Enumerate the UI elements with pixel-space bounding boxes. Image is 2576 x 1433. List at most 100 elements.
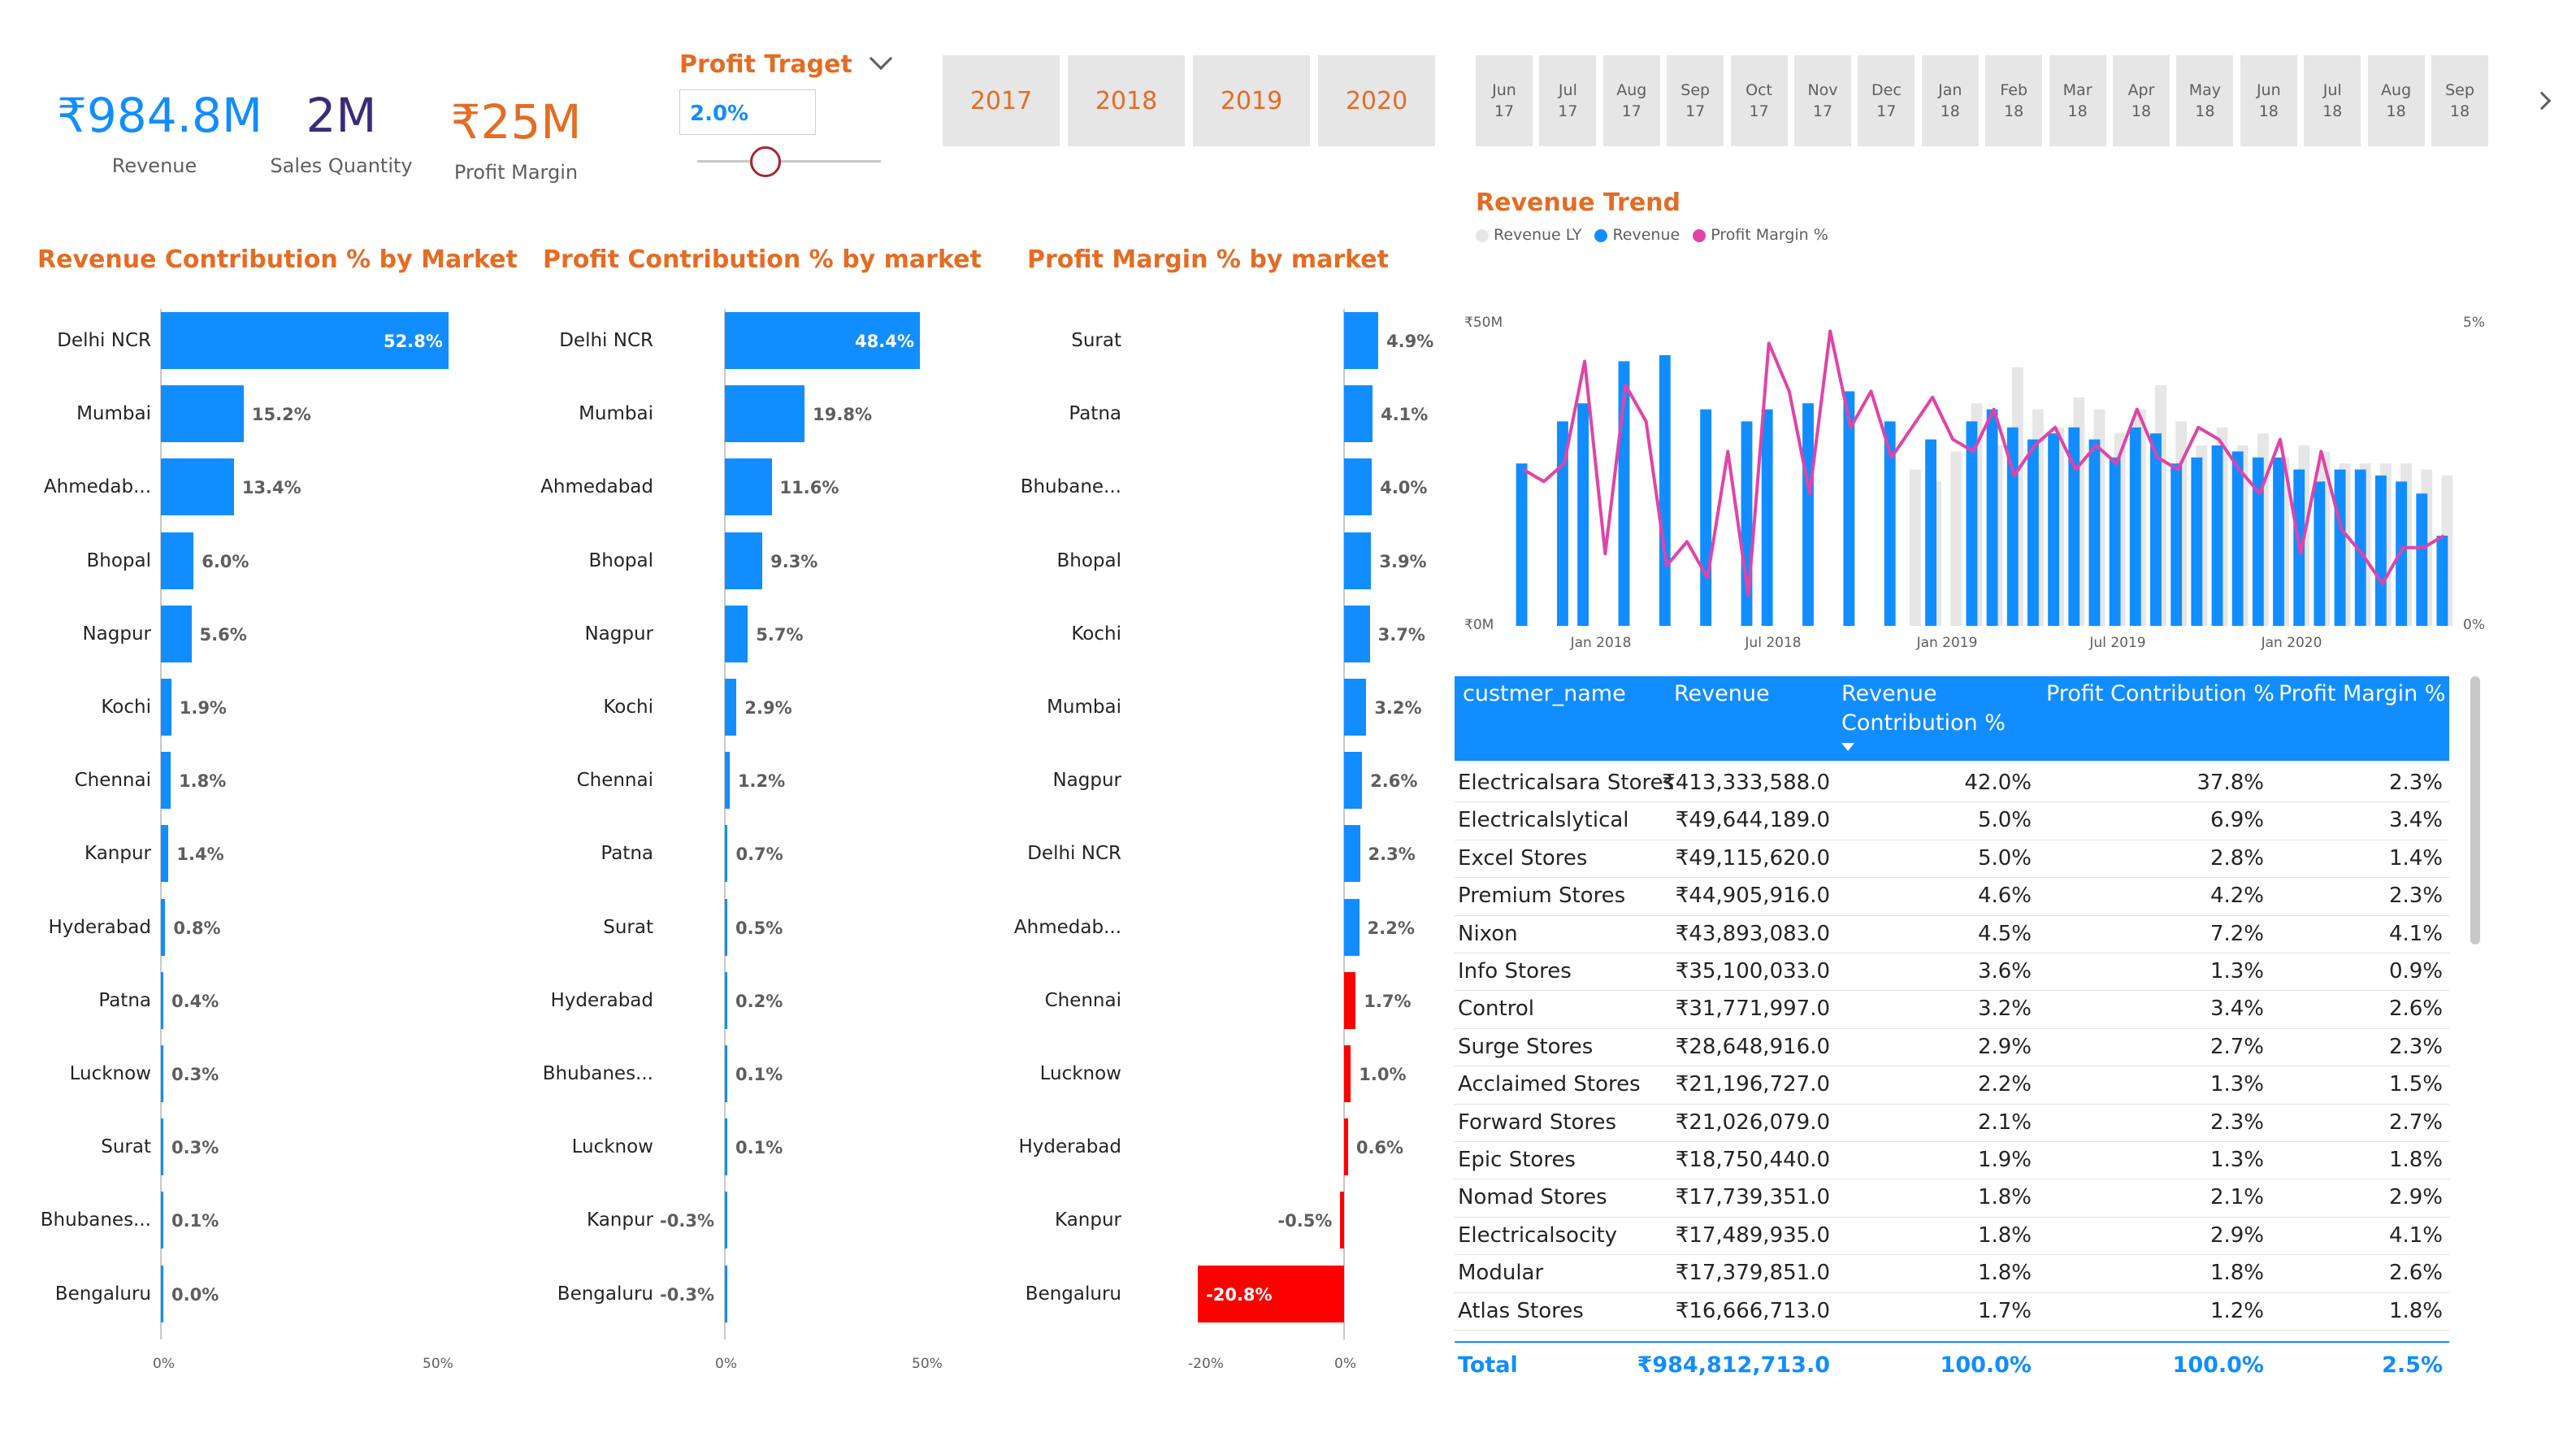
revenue-bar[interactable] bbox=[2129, 427, 2141, 626]
table-cell[interactable]: 1.3% bbox=[2210, 1148, 2264, 1172]
bar[interactable] bbox=[161, 971, 163, 1029]
revenue-bar[interactable] bbox=[2048, 433, 2060, 626]
revenue-bar[interactable] bbox=[1700, 409, 1712, 626]
legend-item-revenue-ly[interactable]: Revenue LY bbox=[1476, 226, 1581, 244]
customer-name-cell[interactable]: Forward Stores bbox=[1458, 1110, 1616, 1135]
customer-name-cell[interactable]: Nomad Stores bbox=[1458, 1185, 1607, 1209]
bar[interactable] bbox=[1343, 971, 1356, 1029]
bar[interactable] bbox=[725, 1045, 727, 1102]
bar[interactable] bbox=[1343, 605, 1370, 662]
table-cell[interactable]: 2.3% bbox=[2389, 1035, 2443, 1059]
bar[interactable] bbox=[161, 898, 166, 956]
month-button[interactable]: Aug 17 bbox=[1602, 55, 1660, 146]
table-cell[interactable]: 42.0% bbox=[1964, 771, 2032, 795]
table-cell[interactable]: 0.9% bbox=[2389, 959, 2443, 984]
customer-name-cell[interactable]: Modular bbox=[1458, 1261, 1543, 1285]
table-cell[interactable]: ₹44,905,916.0 bbox=[1676, 884, 1830, 908]
table-cell[interactable]: 1.7% bbox=[1978, 1299, 2032, 1323]
table-cell[interactable]: 4.1% bbox=[2389, 922, 2443, 946]
bar[interactable] bbox=[725, 385, 805, 443]
table-cell[interactable]: 2.1% bbox=[1978, 1110, 2032, 1135]
bar[interactable] bbox=[1343, 679, 1367, 736]
table-cell[interactable]: 1.8% bbox=[2389, 1299, 2443, 1323]
table-cell[interactable]: 4.2% bbox=[2210, 884, 2264, 908]
revenue-ly-bar[interactable] bbox=[1950, 451, 1962, 626]
revenue-bar[interactable] bbox=[2416, 493, 2428, 626]
table-cell[interactable]: 2.9% bbox=[1978, 1035, 2032, 1059]
revenue-bar[interactable] bbox=[2436, 536, 2448, 626]
table-cell[interactable]: 1.5% bbox=[2389, 1072, 2443, 1096]
bar[interactable] bbox=[1343, 1045, 1351, 1102]
table-cell[interactable]: 4.5% bbox=[1978, 922, 2032, 946]
table-cell[interactable]: ₹16,666,713.0 bbox=[1676, 1299, 1830, 1323]
revenue-bar[interactable] bbox=[1659, 355, 1671, 626]
table-cell[interactable]: ₹21,196,727.0 bbox=[1676, 1072, 1830, 1096]
table-cell[interactable]: 2.8% bbox=[2210, 846, 2264, 871]
table-cell[interactable]: ₹17,739,351.0 bbox=[1676, 1185, 1830, 1209]
revenue-bar[interactable] bbox=[1516, 463, 1528, 626]
table-cell[interactable]: 4.6% bbox=[1978, 884, 2032, 908]
table-cell[interactable]: 1.8% bbox=[1978, 1261, 2032, 1285]
revenue-bar[interactable] bbox=[2027, 439, 2039, 626]
bar[interactable] bbox=[1343, 532, 1372, 589]
bar[interactable] bbox=[725, 1118, 727, 1176]
customer-name-cell[interactable]: Epic Stores bbox=[1458, 1148, 1576, 1172]
table-cell[interactable]: ₹49,644,189.0 bbox=[1676, 808, 1830, 832]
month-button[interactable]: Nov 17 bbox=[1794, 55, 1851, 146]
bar[interactable] bbox=[161, 752, 171, 810]
revenue-bar[interactable] bbox=[1761, 409, 1773, 626]
bar[interactable] bbox=[161, 825, 169, 883]
table-cell[interactable]: 3.6% bbox=[1978, 959, 2032, 984]
customer-name-cell[interactable]: Info Stores bbox=[1458, 959, 1572, 984]
revenue-bar[interactable] bbox=[1925, 439, 1936, 626]
revenue-bar[interactable] bbox=[2150, 433, 2162, 626]
table-cell[interactable]: 2.3% bbox=[2210, 1110, 2264, 1135]
table-cell[interactable]: 2.3% bbox=[2389, 771, 2443, 795]
month-button[interactable]: Oct 17 bbox=[1730, 55, 1788, 146]
month-button[interactable]: Jul 18 bbox=[2304, 55, 2361, 146]
table-cell[interactable]: 2.9% bbox=[2210, 1223, 2264, 1248]
revenue-bar[interactable] bbox=[2334, 469, 2346, 626]
col-header-profit-margin[interactable]: Profit Margin % bbox=[2279, 680, 2445, 709]
table-cell[interactable]: 3.2% bbox=[1978, 997, 2032, 1021]
month-button[interactable]: Feb 18 bbox=[1985, 55, 2043, 146]
table-cell[interactable]: 1.8% bbox=[1978, 1185, 2032, 1209]
customer-name-cell[interactable]: Surge Stores bbox=[1458, 1035, 1593, 1059]
table-cell[interactable]: 1.8% bbox=[1978, 1223, 2032, 1248]
profit-target-input[interactable]: 2.0% bbox=[679, 89, 816, 135]
bar[interactable] bbox=[725, 458, 772, 516]
month-button[interactable]: Mar 18 bbox=[2049, 55, 2106, 146]
table-cell[interactable]: 2.3% bbox=[2389, 884, 2443, 908]
revenue-bar[interactable] bbox=[1986, 409, 1998, 626]
legend-item-revenue[interactable]: Revenue bbox=[1594, 226, 1680, 244]
month-button[interactable]: Sep 18 bbox=[2431, 55, 2488, 146]
col-header-profit-contribution[interactable]: Profit Contribution % bbox=[2046, 680, 2275, 709]
bar[interactable] bbox=[161, 532, 194, 589]
bar[interactable] bbox=[161, 1265, 163, 1322]
table-scrollbar[interactable] bbox=[2470, 676, 2480, 944]
bar[interactable] bbox=[161, 1192, 163, 1249]
year-button-2017[interactable]: 2017 bbox=[943, 55, 1060, 146]
table-cell[interactable]: ₹31,771,997.0 bbox=[1676, 997, 1830, 1021]
revenue-bar[interactable] bbox=[2231, 451, 2244, 626]
bar[interactable] bbox=[725, 971, 727, 1029]
customer-name-cell[interactable]: Nixon bbox=[1458, 922, 1518, 946]
profit-target-slider-track[interactable] bbox=[697, 160, 881, 163]
bar[interactable] bbox=[1343, 898, 1360, 956]
bar[interactable] bbox=[725, 825, 728, 883]
col-header-customer-name[interactable]: custmer_name bbox=[1463, 680, 1626, 709]
bar[interactable] bbox=[161, 1045, 163, 1102]
revenue-bar[interactable] bbox=[2211, 445, 2223, 626]
year-button-2018[interactable]: 2018 bbox=[1068, 55, 1185, 146]
table-cell[interactable]: 2.7% bbox=[2210, 1035, 2264, 1059]
table-cell[interactable]: 2.6% bbox=[2389, 1261, 2443, 1285]
customer-name-cell[interactable]: Electricalsara Stores bbox=[1458, 771, 1674, 795]
table-cell[interactable]: ₹413,333,588.0 bbox=[1662, 771, 1830, 795]
table-cell[interactable]: 1.9% bbox=[1978, 1148, 2032, 1172]
table-cell[interactable]: 3.4% bbox=[2210, 997, 2264, 1021]
table-cell[interactable]: 2.6% bbox=[2389, 997, 2443, 1021]
table-cell[interactable]: 4.1% bbox=[2389, 1223, 2443, 1248]
revenue-bar[interactable] bbox=[2191, 457, 2203, 626]
table-cell[interactable]: 2.1% bbox=[2210, 1185, 2264, 1209]
table-cell[interactable]: 5.0% bbox=[1978, 808, 2032, 832]
